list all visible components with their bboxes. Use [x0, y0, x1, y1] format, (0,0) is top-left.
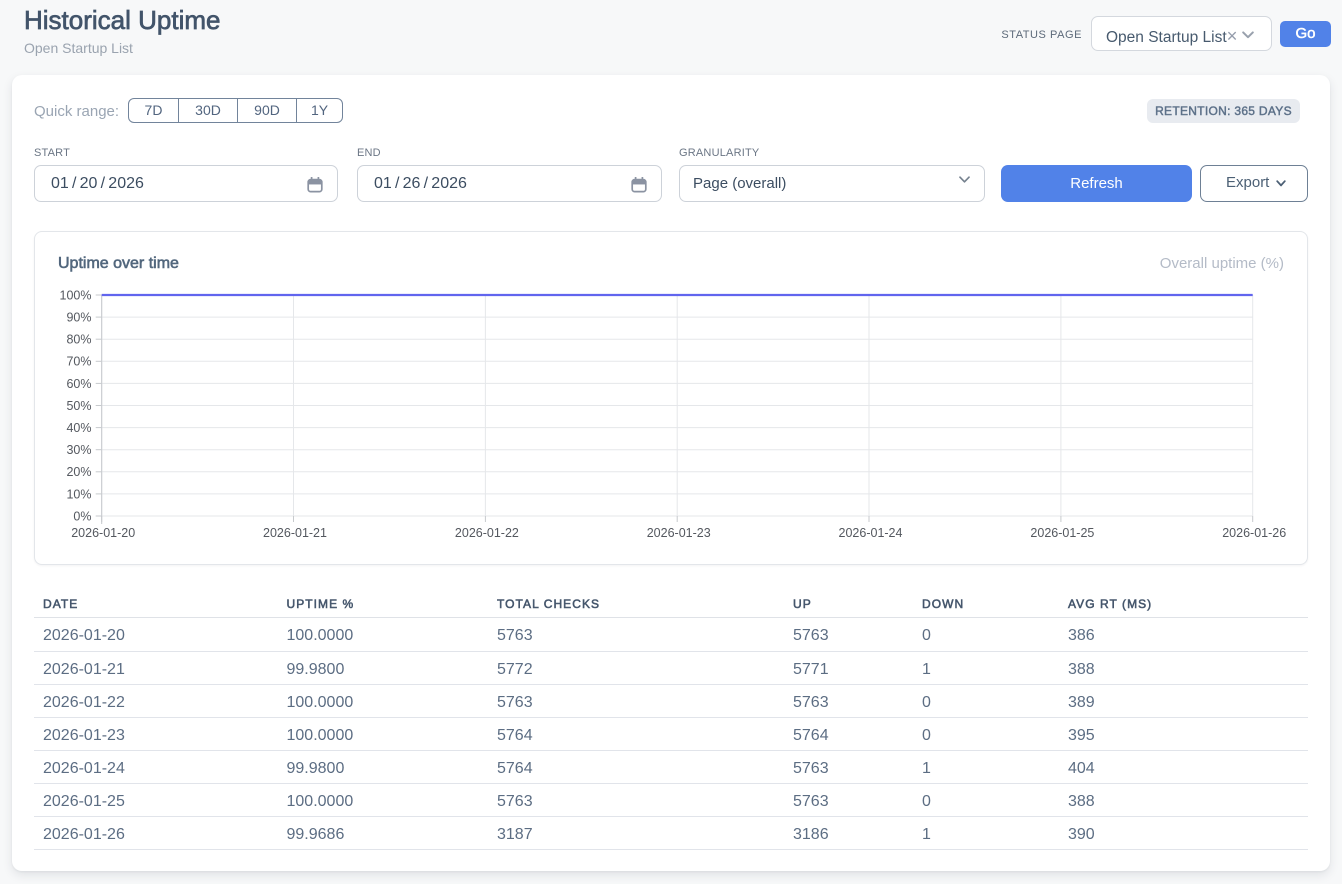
svg-text:100%: 100%: [60, 288, 92, 302]
svg-text:40%: 40%: [66, 421, 91, 435]
svg-text:80%: 80%: [66, 333, 91, 347]
svg-text:2026-01-23: 2026-01-23: [647, 526, 711, 540]
svg-text:2026-01-25: 2026-01-25: [1030, 526, 1094, 540]
svg-text:50%: 50%: [66, 399, 91, 413]
svg-text:2026-01-24: 2026-01-24: [839, 526, 903, 540]
svg-text:30%: 30%: [66, 443, 91, 457]
svg-text:2026-01-26: 2026-01-26: [1222, 526, 1286, 540]
svg-text:2026-01-21: 2026-01-21: [263, 526, 327, 540]
svg-text:90%: 90%: [66, 311, 91, 325]
svg-text:2026-01-22: 2026-01-22: [455, 526, 519, 540]
svg-text:2026-01-20: 2026-01-20: [71, 526, 135, 540]
svg-text:0%: 0%: [73, 509, 91, 523]
svg-text:70%: 70%: [66, 355, 91, 369]
svg-text:10%: 10%: [66, 487, 91, 501]
svg-text:60%: 60%: [66, 377, 91, 391]
svg-text:20%: 20%: [66, 465, 91, 479]
